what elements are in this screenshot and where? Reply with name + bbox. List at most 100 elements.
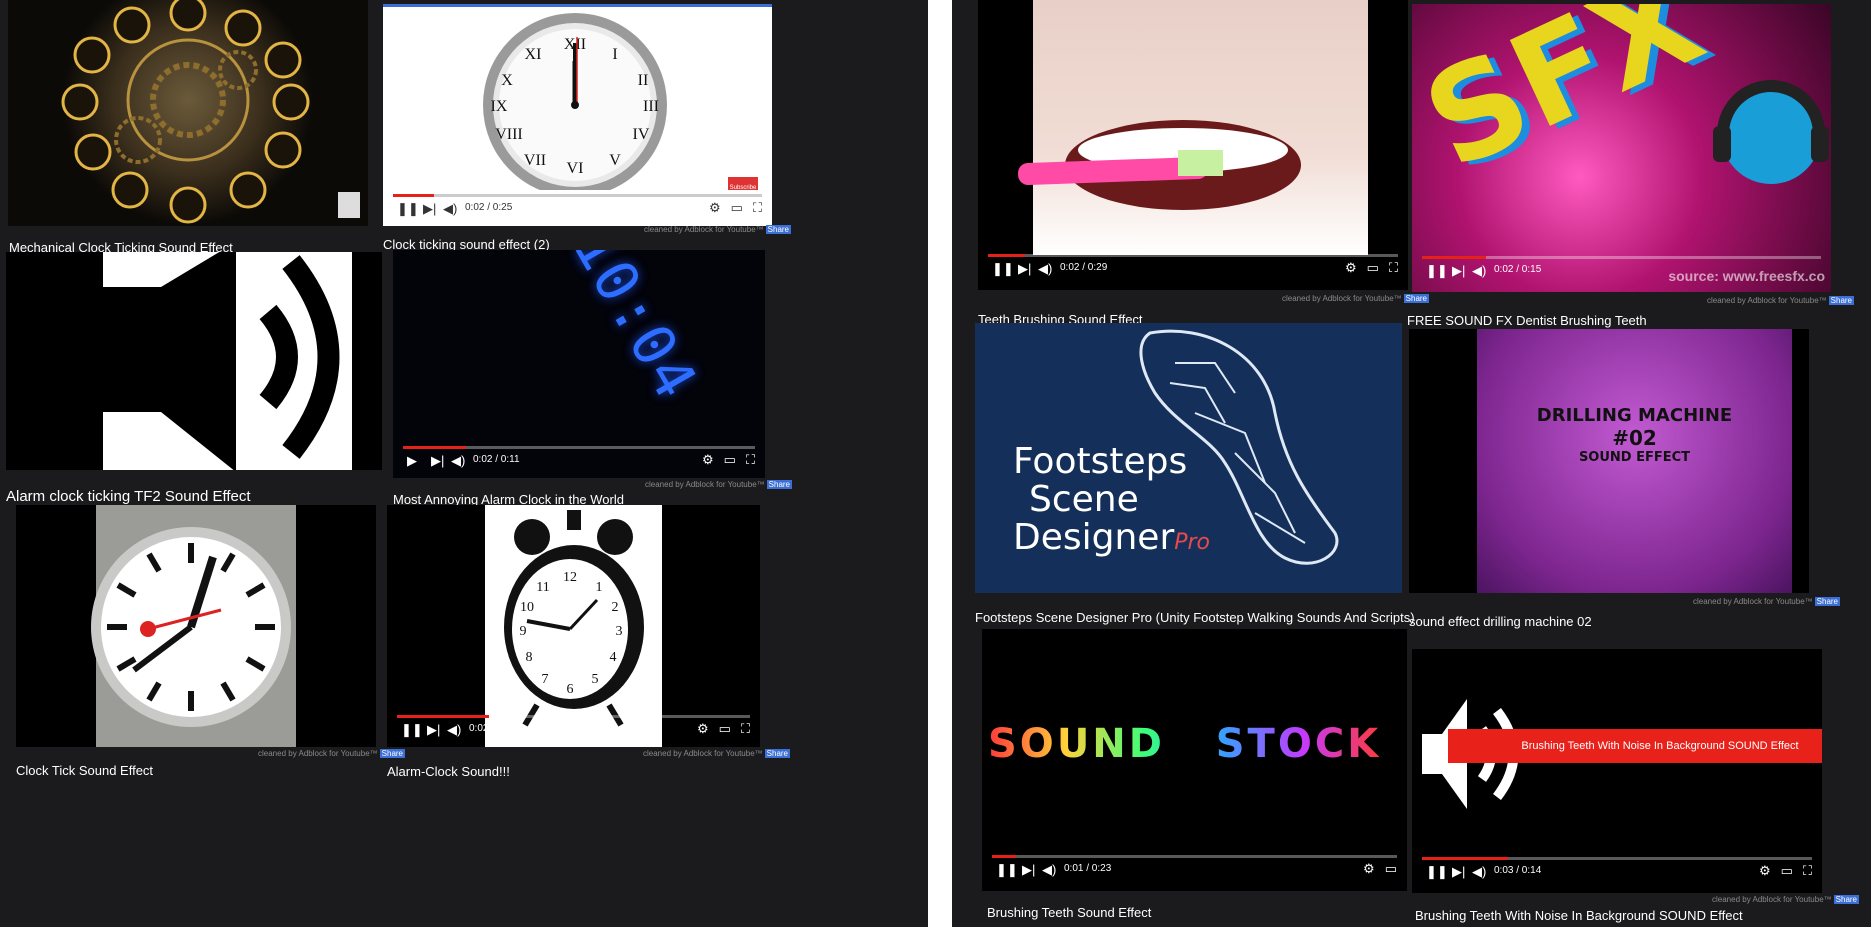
video-tile[interactable]: SOUND STOCK ❚❚ ▶| ◀) 0:01 / 0:23 ⚙ ▭ Bru… [952,625,1412,927]
share-button[interactable]: Share [765,225,792,234]
video-player[interactable]: 12 1 2 3 45 6 78 9 10 11 ❚❚ ▶| ◀) 0:02 / 0:10 … [387,505,760,747]
hd-icon[interactable]: ⚙ [1759,863,1771,879]
video-tile[interactable]: DRILLING MACHINE #02 SOUND EFFECT cleane… [1407,325,1871,630]
progress-bar[interactable] [393,194,762,197]
progress-bar[interactable] [397,715,750,718]
player-controls: ❚❚ ▶| ◀) 0:03 / 0:14 ⚙ ▭ ⛶ [1412,853,1822,893]
left-video-grid: Mechanical Clock Ticking Sound Effect XI… [0,0,928,927]
video-title[interactable]: Alarm-Clock Sound!!! [387,764,510,779]
adblock-note: cleaned by Adblock for Youtube™ Share [1707,296,1855,305]
svg-text:XI: XI [525,46,542,63]
video-title[interactable]: Footsteps Scene Designer Pro (Unity Foot… [975,610,1415,625]
progress-bar[interactable] [403,446,755,449]
progress-bar[interactable] [1422,256,1821,259]
pause-icon[interactable]: ❚❚ [1426,263,1448,279]
svg-text:IV: IV [633,126,650,143]
settings-icon[interactable]: ⚙ [1345,260,1357,276]
video-player[interactable]: XIIIII IIIIVV VIVIIVIII IXXXI Subscribe … [383,4,772,226]
volume-icon[interactable]: ◀) [443,201,457,217]
next-icon[interactable]: ▶| [431,453,444,469]
volume-icon[interactable]: ◀) [1472,263,1486,279]
svg-text:7: 7 [542,672,549,687]
next-icon[interactable]: ▶| [1452,263,1465,279]
pause-icon[interactable]: ❚❚ [401,722,423,738]
video-tile[interactable]: Alarm clock ticking TF2 Sound Effect [0,250,385,505]
hd-icon[interactable]: ⚙ [709,200,721,216]
share-button[interactable]: Share [1814,597,1841,606]
svg-text:VII: VII [524,152,546,169]
video-title[interactable]: Brushing Teeth With Noise In Background … [1415,908,1743,923]
time-display: 0:02 / 0:11 [473,454,520,465]
fullscreen-icon[interactable]: ⛶ [753,200,762,216]
time-display: 0:02 / 0:25 [465,202,513,213]
fullscreen-icon[interactable]: ⛶ [1803,863,1812,879]
next-icon[interactable]: ▶| [1018,261,1031,277]
theater-icon[interactable]: ▭ [1781,863,1793,879]
volume-icon[interactable]: ◀) [447,722,461,738]
video-player[interactable]: ❚❚ ▶| ◀) 0:02 / 0:29 ⚙ ▭ ⛶ [978,0,1408,290]
pause-icon[interactable]: ❚❚ [397,201,419,217]
video-thumbnail[interactable] [6,252,382,470]
video-player[interactable]: Brushing Teeth With Noise In Background … [1412,649,1822,893]
settings-icon[interactable]: ⚙ [697,721,709,737]
video-tile[interactable]: SFX source: www.freesfx.co ❚❚ ▶| ◀) 0:02… [1407,0,1871,328]
theater-icon[interactable]: ▭ [1367,260,1379,276]
share-button[interactable]: Share [1828,296,1855,305]
video-tile[interactable]: Footsteps Scene DesignerPro Footsteps Sc… [952,320,1415,625]
volume-icon[interactable]: ◀) [451,453,465,469]
share-button[interactable]: Share [766,480,793,489]
pause-icon[interactable]: ❚❚ [992,261,1014,277]
pause-icon[interactable]: ❚❚ [1426,864,1448,880]
video-player[interactable]: SFX source: www.freesfx.co ❚❚ ▶| ◀) 0:02… [1412,4,1831,292]
video-thumbnail[interactable]: Footsteps Scene DesignerPro [975,323,1402,593]
volume-icon[interactable]: ◀) [1042,862,1056,878]
fullscreen-icon[interactable]: ⛶ [1389,260,1398,276]
next-icon[interactable]: ▶| [423,201,436,217]
video-thumbnail[interactable]: DRILLING MACHINE #02 SOUND EFFECT [1409,329,1809,593]
volume-icon[interactable]: ◀) [1038,261,1052,277]
video-thumbnail[interactable] [16,505,376,747]
hd-icon[interactable]: ⚙ [1363,861,1375,877]
adblock-note: cleaned by Adblock for Youtube™ Share [1712,895,1860,904]
next-icon[interactable]: ▶| [1452,864,1465,880]
video-tile[interactable]: XIIIII IIIIVV VIVIIVIII IXXXI Subscribe … [380,0,792,252]
svg-text:5: 5 [592,672,599,687]
video-title[interactable]: Brushing Teeth Sound Effect [987,905,1151,920]
volume-icon[interactable]: ◀) [1472,864,1486,880]
fullscreen-icon[interactable]: ⛶ [741,721,750,737]
progress-bar[interactable] [988,254,1398,257]
video-tile[interactable]: 12 1 2 3 45 6 78 9 10 11 ❚❚ ▶| ◀) 0:02 / 0:10 … [385,505,791,927]
theater-icon[interactable]: ▭ [731,200,743,216]
theater-icon[interactable]: ▭ [1385,861,1397,877]
progress-bar[interactable] [992,855,1397,858]
share-button[interactable]: Share [764,749,791,758]
video-player[interactable]: SOUND STOCK ❚❚ ▶| ◀) 0:01 / 0:23 ⚙ ▭ [982,629,1407,891]
video-tile[interactable]: Mechanical Clock Ticking Sound Effect [0,0,380,255]
svg-text:II: II [638,72,649,89]
next-icon[interactable]: ▶| [1022,862,1035,878]
play-icon[interactable]: ▶ [407,453,417,469]
video-title[interactable]: Alarm clock ticking TF2 Sound Effect [6,488,251,505]
settings-icon[interactable]: ⚙ [702,452,714,468]
pause-icon[interactable]: ❚❚ [996,862,1018,878]
adblock-note: cleaned by Adblock for Youtube™ Share [644,225,792,234]
next-icon[interactable]: ▶| [427,722,440,738]
video-thumbnail[interactable] [8,0,368,226]
time-display: 0:02 / 0:29 [1060,262,1108,273]
theater-icon[interactable]: ▭ [719,721,731,737]
video-tile[interactable]: cleaned by Adblock for Youtube™ Share Clo… [0,505,406,927]
share-button[interactable]: Share [1833,895,1860,904]
video-tile[interactable]: ❚❚ ▶| ◀) 0:02 / 0:29 ⚙ ▭ ⛶ cleaned by Ad… [952,0,1430,327]
sfx-logo: SFX [1412,4,1724,199]
svg-text:4: 4 [610,650,617,665]
video-tile[interactable]: Brushing Teeth With Noise In Background … [1412,625,1871,927]
theater-icon[interactable]: ▭ [724,452,736,468]
player-controls: ▶ ▶| ◀) 0:02 / 0:11 ⚙ ▭ ⛶ [393,442,765,478]
fullscreen-icon[interactable]: ⛶ [746,452,755,468]
progress-bar[interactable] [1422,857,1812,860]
video-tile[interactable]: 10:04 ▶ ▶| ◀) 0:02 / 0:11 ⚙ ▭ ⛶ cleaned … [385,250,793,507]
right-video-grid: ❚❚ ▶| ◀) 0:02 / 0:29 ⚙ ▭ ⛶ cleaned by Ad… [952,0,1871,927]
video-player[interactable]: 10:04 ▶ ▶| ◀) 0:02 / 0:11 ⚙ ▭ ⛶ [393,250,765,478]
video-title[interactable]: Clock Tick Sound Effect [16,763,153,778]
adblock-note: cleaned by Adblock for Youtube™ Share [645,480,793,489]
